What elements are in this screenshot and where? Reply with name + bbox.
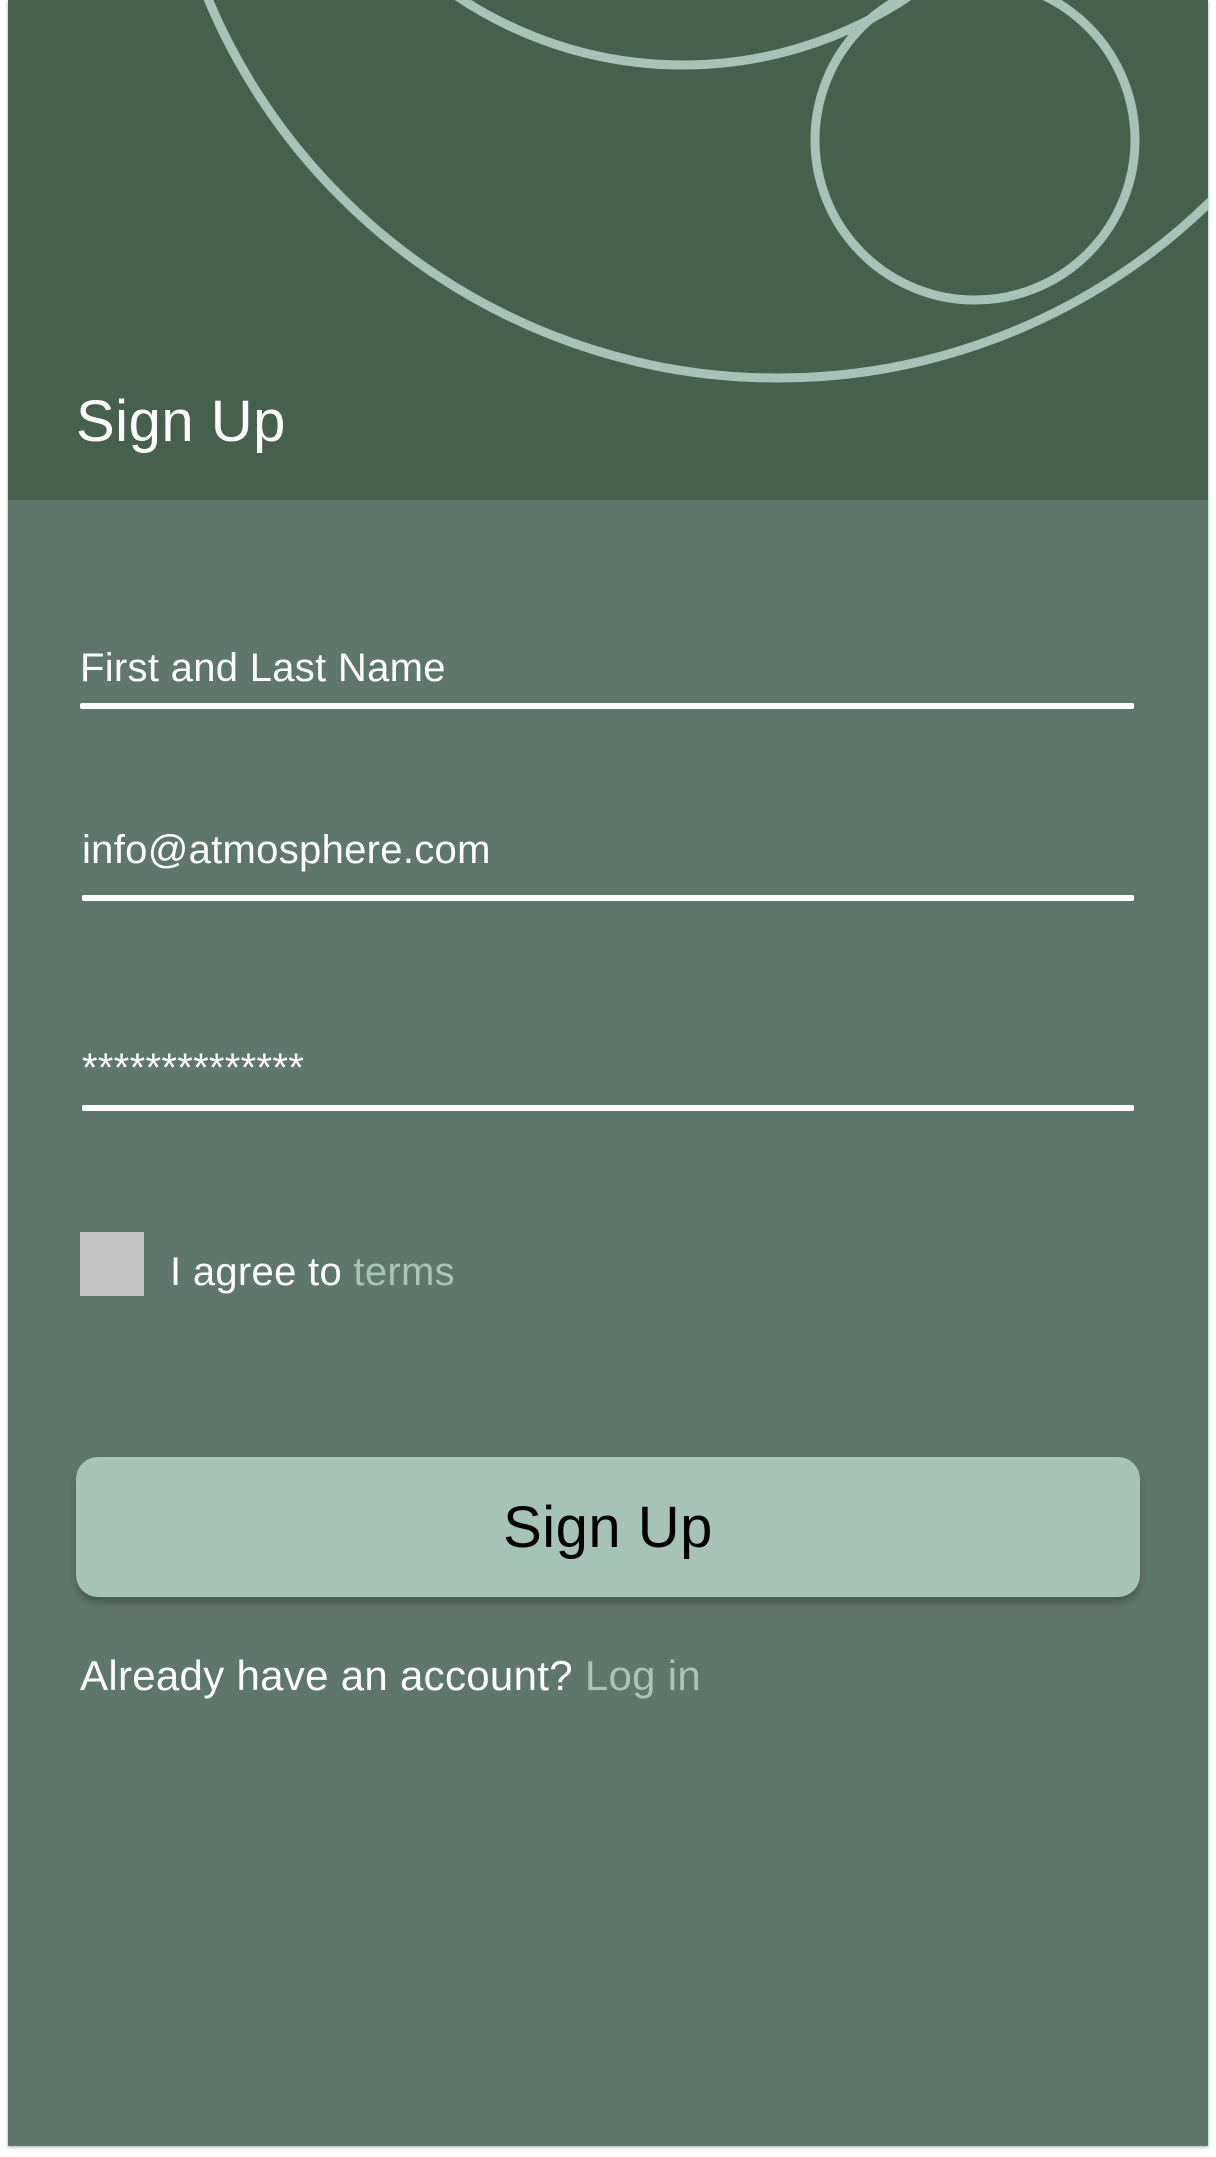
signup-button[interactable]: Sign Up: [76, 1457, 1140, 1597]
login-link[interactable]: Log in: [585, 1652, 701, 1699]
name-field-value[interactable]: First and Last Name: [80, 646, 1134, 691]
login-prompt-row: Already have an account? Log in: [80, 1652, 701, 1700]
page-title: Sign Up: [76, 389, 286, 454]
small-circle: [810, 0, 1140, 305]
large-circle-arc: [203, 0, 1208, 383]
password-field[interactable]: **************: [82, 1046, 1134, 1111]
login-prompt-text: Already have an account?: [80, 1652, 585, 1699]
terms-link[interactable]: terms: [353, 1250, 455, 1294]
signup-button-label: Sign Up: [503, 1494, 713, 1560]
signup-screen: Sign Up First and Last Name info@atmosph…: [8, 0, 1208, 2146]
name-field-underline: [80, 703, 1134, 709]
password-field-value[interactable]: **************: [82, 1046, 1134, 1091]
email-field[interactable]: info@atmosphere.com: [82, 828, 1134, 901]
medium-circle-arc: [454, 0, 912, 70]
email-field-underline: [82, 895, 1134, 901]
terms-checkbox[interactable]: [80, 1232, 144, 1296]
email-field-value[interactable]: info@atmosphere.com: [82, 828, 1134, 873]
terms-agreement-row: I agree to terms: [80, 1232, 455, 1296]
terms-label: I agree to terms: [170, 1250, 455, 1295]
terms-label-prefix: I agree to: [170, 1249, 354, 1294]
name-field[interactable]: First and Last Name: [80, 646, 1134, 709]
header-banner: Sign Up: [8, 0, 1208, 500]
password-field-underline: [82, 1105, 1134, 1111]
